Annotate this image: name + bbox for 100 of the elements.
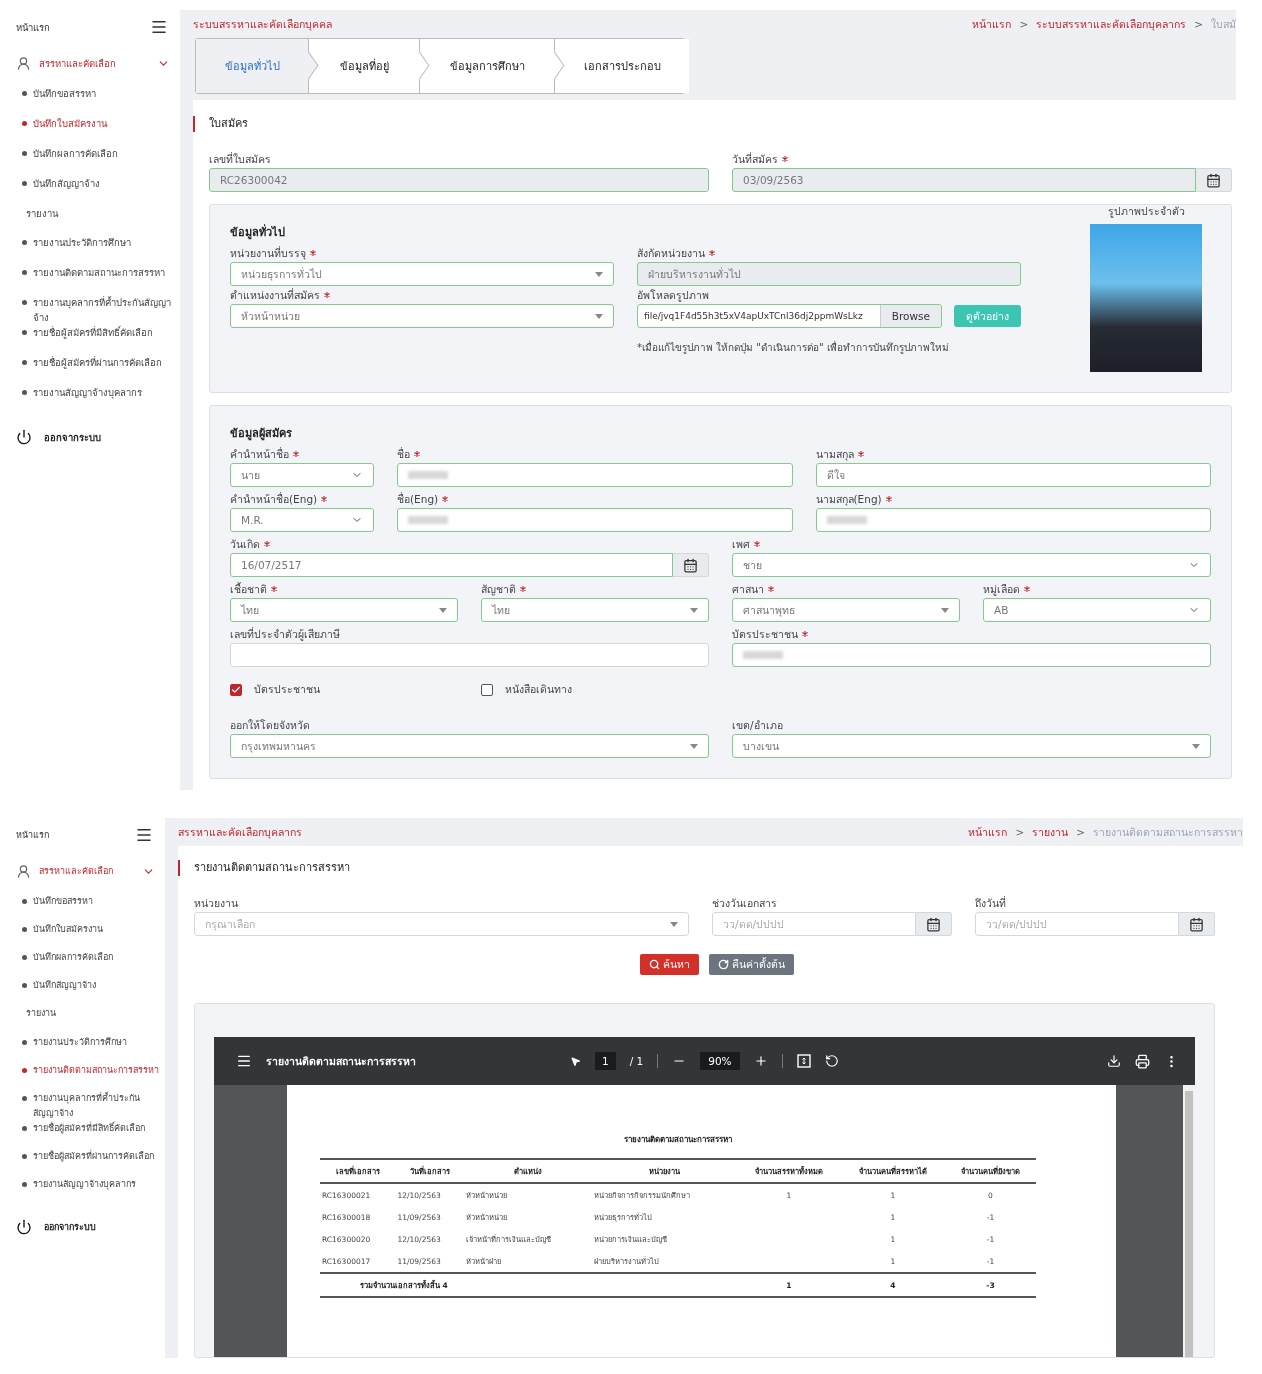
system-title: ระบบสรรหาและคัดเลือกบุคคล xyxy=(193,16,332,33)
menu-group[interactable]: สรรหาและคัดเลือก xyxy=(39,864,134,878)
search-button[interactable]: ค้นหา xyxy=(639,954,699,975)
menu-item[interactable]: รายชื่อผู้สมัครที่มีสิทธิ์คัดเลือก xyxy=(0,1121,165,1149)
select-field[interactable]: บางเขน xyxy=(732,734,1211,758)
caret-icon xyxy=(595,271,603,277)
text-field[interactable] xyxy=(397,463,793,487)
caret-icon xyxy=(941,607,949,613)
select-field[interactable]: กรุงเทพมหานคร xyxy=(230,734,709,758)
text-field[interactable]: ฝ่ายบริหารงานทั่วไป xyxy=(637,262,1021,286)
field-label: เพศ xyxy=(732,536,750,552)
field-label: ตำแหน่งงานที่สมัคร xyxy=(230,287,320,303)
power-icon[interactable] xyxy=(16,1219,32,1235)
report-title: รายงานติดตามสถานะการสรรหา xyxy=(623,1134,733,1146)
field-label: อัพโหลดรูปภาพ xyxy=(637,287,709,304)
select-field[interactable]: ไทย xyxy=(481,598,709,622)
menu-item[interactable]: บันทึกใบสมัครงาน xyxy=(0,116,180,146)
page-number-field[interactable]: 1 xyxy=(595,1052,616,1070)
menu-item[interactable]: รายชื่อผู้สมัครที่ผ่านการคัดเลือก xyxy=(0,355,180,385)
field-label: สัญชาติ xyxy=(481,581,516,598)
section-title: รายงานติดตามสถานะการสรรหา xyxy=(178,860,1239,876)
rotate-icon[interactable] xyxy=(824,1054,839,1068)
step-tab[interactable]: ข้อมูลทั่วไป xyxy=(196,39,308,93)
text-field[interactable]: RC26300042 xyxy=(209,168,709,192)
card-title: ข้อมูลผู้สมัคร xyxy=(230,426,293,442)
home-link[interactable]: หน้าแรก xyxy=(16,828,49,842)
calendar-icon xyxy=(1189,916,1204,932)
menu-item[interactable]: บันทึกขอสรรหา xyxy=(0,86,180,116)
print-icon[interactable] xyxy=(1135,1053,1150,1069)
checkbox[interactable] xyxy=(481,683,493,696)
menu-item[interactable]: รายงานสัญญาจ้างบุคลากร xyxy=(0,385,180,415)
date-field[interactable]: 03/09/2563 xyxy=(732,168,1196,192)
calendar-button[interactable] xyxy=(1196,168,1232,192)
cursor-icon xyxy=(570,1055,581,1067)
calendar-icon xyxy=(926,916,941,932)
dropdown-field[interactable]: AB xyxy=(983,598,1211,622)
menu-icon[interactable] xyxy=(236,1053,252,1069)
breadcrumb-item[interactable]: รายงาน xyxy=(1032,823,1069,841)
menu-item[interactable]: รายงานติดตามสถานะการสรรหา xyxy=(0,1063,165,1091)
menu-item[interactable]: บันทึกสัญญาจ้าง xyxy=(0,176,180,206)
menu-item[interactable]: รายงานติดตามสถานะการสรรหา xyxy=(0,265,180,295)
text-field[interactable] xyxy=(230,643,709,667)
logout-link[interactable]: ออกจากระบบ xyxy=(44,429,101,445)
breadcrumb-item[interactable]: ระบบสรรหาและคัดเลือกบุคลากร xyxy=(1036,15,1187,33)
menu-item[interactable]: รายงานบุคลากรที่ค้ำประกันสัญญาจ้าง xyxy=(0,1091,165,1121)
search-icon xyxy=(648,959,660,970)
download-icon[interactable] xyxy=(1107,1054,1121,1068)
select-field[interactable]: ศาสนาพุทธ xyxy=(732,598,960,622)
field-label: ชื่อ xyxy=(397,446,410,462)
menu-item[interactable]: บันทึกผลการคัดเลือก xyxy=(0,950,165,978)
checkbox[interactable] xyxy=(230,683,242,696)
logout-link[interactable]: ออกจากระบบ xyxy=(44,1220,96,1234)
breadcrumb-item[interactable]: หน้าแรก xyxy=(972,15,1012,33)
field-label: วันที่สมัคร xyxy=(732,151,778,167)
select-field[interactable]: หัวหน้าหน่วย xyxy=(230,304,614,328)
breadcrumb-separator: > xyxy=(1194,18,1203,30)
field-label: นามสกุล(Eng) xyxy=(815,491,882,508)
power-icon[interactable] xyxy=(16,429,32,445)
zoom-in-icon[interactable] xyxy=(753,1054,768,1068)
calendar-button[interactable] xyxy=(916,912,952,936)
select-field[interactable]: หน่วยธุรการทั่วไป xyxy=(230,262,614,286)
calendar-button[interactable] xyxy=(673,553,709,577)
home-link[interactable]: หน้าแรก xyxy=(16,19,50,35)
fit-page-icon[interactable] xyxy=(796,1054,811,1068)
text-field[interactable] xyxy=(397,508,793,532)
reset-icon xyxy=(717,959,729,970)
dropdown-field[interactable]: นาย xyxy=(230,463,374,487)
section-label: รายงาน xyxy=(25,207,60,221)
menu-item[interactable]: รายชื่อผู้สมัครที่ผ่านการคัดเลือก xyxy=(0,1149,165,1177)
scrollbar[interactable] xyxy=(1183,1085,1195,1357)
menu-icon[interactable] xyxy=(150,18,168,36)
document-title: รายงานติดตามสถานะการสรรหา xyxy=(266,1053,417,1069)
breadcrumb-item[interactable]: หน้าแรก xyxy=(968,823,1008,841)
menu-item[interactable]: บันทึกขอสรรหา xyxy=(0,894,165,922)
dropdown-field[interactable]: M.R. xyxy=(230,508,374,532)
text-field[interactable] xyxy=(732,643,1211,667)
menu-group[interactable]: สรรหาและคัดเลือก xyxy=(39,55,149,71)
zoom-field[interactable]: 90% xyxy=(700,1052,740,1070)
menu-item[interactable]: บันทึกผลการคัดเลือก xyxy=(0,146,180,176)
calendar-button[interactable] xyxy=(1179,912,1215,936)
menu-item[interactable]: รายชื่อผู้สมัครที่มีสิทธิ์คัดเลือก xyxy=(0,325,180,355)
photo-label: รูปภาพประจำตัว xyxy=(1107,204,1185,220)
date-field[interactable]: 16/07/2517 xyxy=(230,553,673,577)
reset-button[interactable]: คืนค่าตั้งต้น xyxy=(708,954,794,975)
field-label: คำนำหน้าชื่อ xyxy=(230,446,289,462)
dropdown-field[interactable]: ชาย xyxy=(732,553,1211,577)
menu-item[interactable]: บันทึกสัญญาจ้าง xyxy=(0,978,165,1006)
menu-icon[interactable] xyxy=(135,826,153,844)
menu-item[interactable]: บันทึกใบสมัครงาน xyxy=(0,922,165,950)
file-field[interactable]: file/jvq1F4d55h3t5xV4apUxTCnl36dj2ppmWsLkz Browse xyxy=(637,304,942,328)
checkbox-label: หนังสือเดินทาง xyxy=(505,682,572,697)
text-field[interactable] xyxy=(815,508,1211,532)
menu-item[interactable]: รายงานประวัติการศึกษา xyxy=(0,1035,165,1063)
menu-item[interactable]: รายงานสัญญาจ้างบุคลากร xyxy=(0,1177,165,1205)
breadcrumb-item: รายงานติดตามสถานะการสรรหา xyxy=(1093,824,1243,840)
select-field[interactable]: ไทย xyxy=(230,598,458,622)
browse-button[interactable]: Browse xyxy=(879,305,941,327)
menu-item[interactable]: รายงานบุคลากรที่ค้ำประกันสัญญาจ้าง xyxy=(0,295,180,325)
menu-item[interactable]: รายงานประวัติการศึกษา xyxy=(0,235,180,265)
text-field[interactable]: ดีใจ xyxy=(815,463,1211,487)
